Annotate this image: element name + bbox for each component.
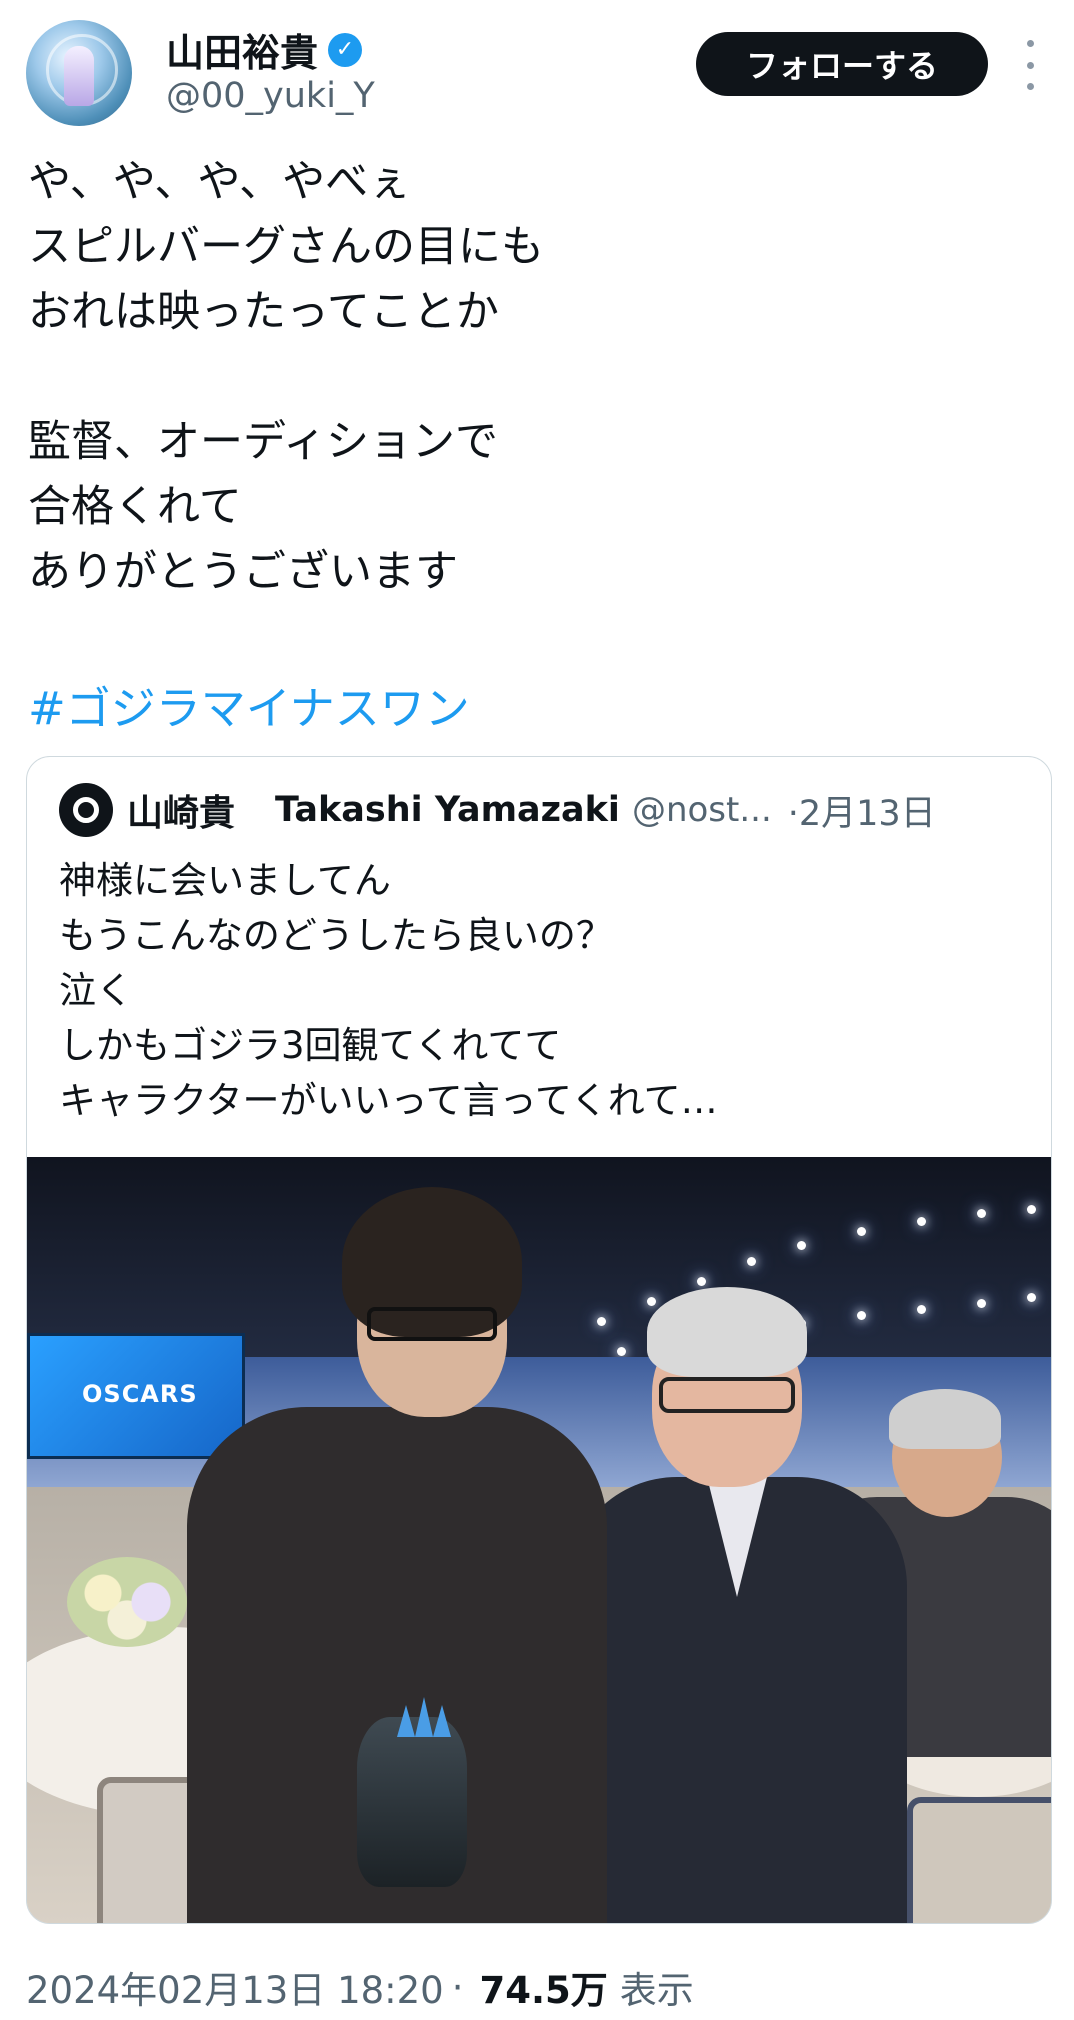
more-vertical-icon[interactable] — [1018, 40, 1042, 90]
author-display-name[interactable]: 山田裕貴 — [166, 22, 318, 77]
author-handle[interactable]: @00_yuki_Y — [166, 76, 375, 116]
author-avatar[interactable] — [26, 20, 132, 126]
view-count: 74.5万 — [479, 1969, 608, 2012]
quoted-tweet-line: もうこんなのどうしたら良いの？ — [59, 914, 613, 957]
quoted-tweet-line: キャラクターがいいって言ってくれて… — [59, 1079, 718, 1122]
footer-separator: · — [451, 1965, 464, 2009]
tweet-line: 監督、オーディションで — [28, 417, 498, 467]
photo-chair-right — [907, 1797, 1051, 1923]
photo-person-right — [567, 1287, 907, 1923]
quoted-tweet-line: しかもゴジラ3回観てくれてて — [59, 1024, 562, 1067]
avatar-figure — [64, 46, 94, 106]
photo-godzilla-figure — [357, 1717, 467, 1887]
more-dot — [1026, 61, 1034, 69]
hashtag-link[interactable]: #ゴジラマイナスワン — [28, 672, 470, 737]
quoted-author-name-en[interactable]: Takashi Yamazaki — [275, 790, 620, 830]
tweet-line: スピルバーグさんの目にも — [28, 222, 544, 272]
tweet-line: 合格くれて — [28, 482, 242, 532]
tweet-body: や、や、や、やべぇ スピルバーグさんの目にも おれは映ったってことか 監督、オー… — [28, 150, 1048, 605]
quoted-tweet[interactable]: 山崎貴 Takashi Yamazaki @nost... ·2月13日 神様に… — [26, 756, 1052, 1924]
photo-screen-text: OSCARS — [82, 1380, 198, 1408]
quoted-author-avatar[interactable] — [59, 783, 113, 837]
verified-badge-icon: ✓ — [328, 32, 363, 67]
quoted-author-name-jp[interactable]: 山崎貴 — [127, 784, 235, 836]
avatar-logo-icon — [73, 797, 99, 823]
photo-flowers-left — [67, 1557, 187, 1647]
quoted-author-handle: @nost... — [631, 790, 772, 830]
quoted-tweet-photo[interactable]: OSCARS — [27, 1157, 1051, 1923]
quoted-tweet-line: 神様に会いましてん — [59, 859, 391, 902]
tweet-header: 山田裕貴 ✓ @00_yuki_Y フォローする — [0, 0, 1074, 140]
quoted-tweet-header: 山崎貴 Takashi Yamazaki @nost... ·2月13日 — [59, 783, 936, 837]
quoted-tweet-body: 神様に会いましてん もうこんなのどうしたら良いの？ 泣く しかもゴジラ3回観てく… — [59, 853, 1019, 1128]
quoted-tweet-line: 泣く — [59, 969, 133, 1012]
tweet-line: や、や、や、やべぇ — [28, 157, 412, 207]
tweet-line: おれは映ったってことか — [28, 287, 499, 337]
more-dot — [1026, 83, 1034, 90]
tweet-line: ありがとうございます — [28, 547, 458, 597]
tweet-timestamp[interactable]: 2024年02月13日 18:20 — [26, 1960, 444, 2014]
quoted-tweet-date: ·2月13日 — [787, 793, 936, 834]
author-name-row[interactable]: 山田裕貴 ✓ — [166, 22, 363, 77]
follow-button[interactable]: フォローする — [696, 32, 988, 96]
more-dot — [1026, 40, 1034, 47]
view-count-label: 表示 — [619, 1969, 694, 2012]
tweet-footer: 2024年02月13日 18:20 · 74.5万 表示 — [26, 1960, 694, 2014]
